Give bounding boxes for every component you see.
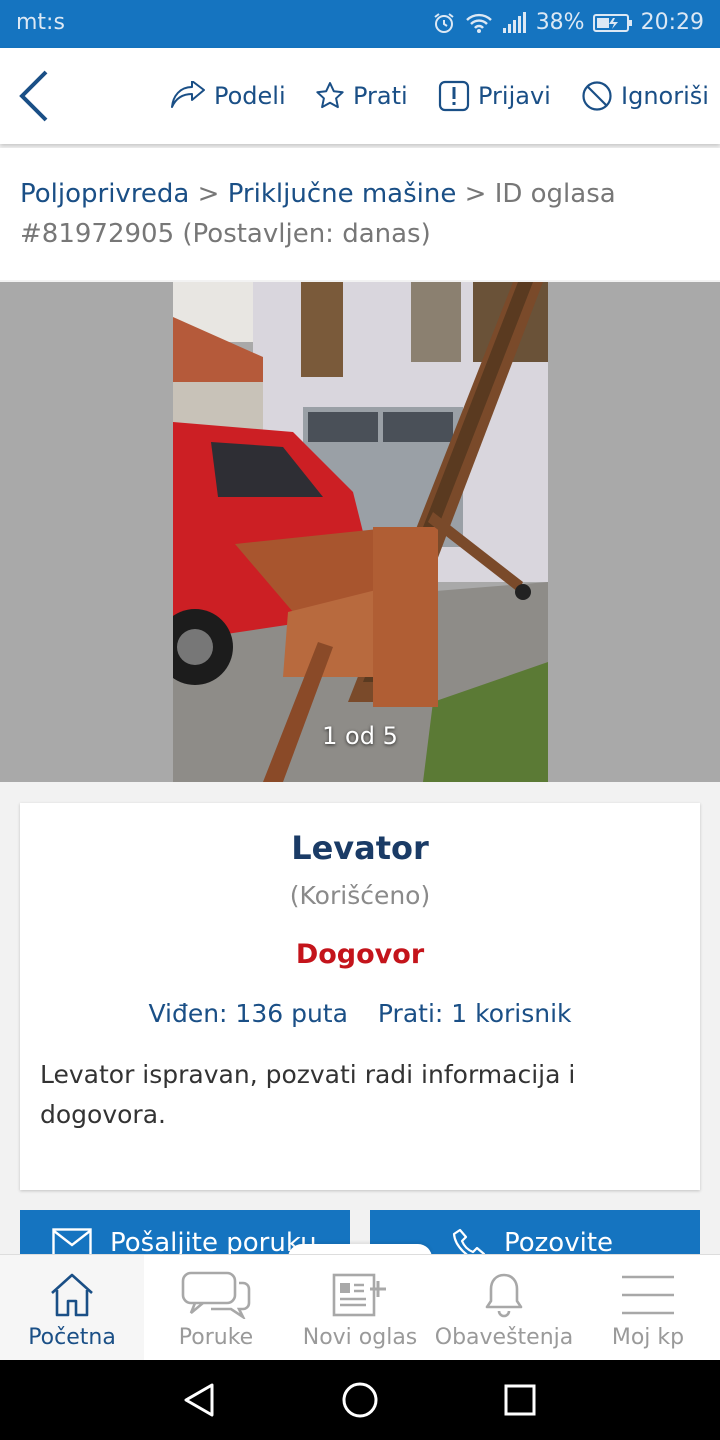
- report-label: Prijavi: [478, 82, 551, 110]
- system-recents-button[interactable]: [500, 1380, 540, 1420]
- alarm-icon: [434, 12, 454, 33]
- listing-stats: Viđen: 136 puta Prati: 1 korisnik: [20, 999, 700, 1028]
- signal-icon: [502, 11, 526, 33]
- listing-title: Levator: [291, 829, 429, 867]
- report-icon: [438, 80, 470, 112]
- share-button[interactable]: Podeli: [170, 78, 286, 114]
- breadcrumb: Poljoprivreda > Priključne mašine > ID o…: [0, 148, 720, 280]
- follow-button[interactable]: Prati: [315, 78, 408, 114]
- nav-messages-label: Poruke: [178, 1325, 254, 1350]
- clock: 20:29: [640, 10, 704, 35]
- ignore-button[interactable]: Ignoriši: [581, 78, 709, 114]
- triangle-back-icon: [184, 1383, 214, 1417]
- listing-condition: (Korišćeno): [289, 881, 431, 910]
- follower-count: Prati: 1 korisnik: [377, 999, 572, 1028]
- status-indicators: 38% 20:29: [432, 10, 704, 35]
- wifi-icon: [465, 13, 492, 33]
- photo-gallery[interactable]: 1 od 5: [0, 282, 720, 782]
- block-icon: [582, 81, 612, 111]
- follow-label: Prati: [353, 82, 408, 110]
- menu-icon: [622, 1275, 674, 1315]
- status-bar: mt:s 38% 20:29: [0, 0, 720, 48]
- share-label: Podeli: [214, 82, 286, 110]
- back-button[interactable]: [14, 68, 56, 124]
- nav-my-kp[interactable]: Moj kp: [576, 1255, 720, 1361]
- listing-card: Levator (Korišćeno) Dogovor Viđen: 136 p…: [20, 803, 700, 1190]
- square-recents-icon: [504, 1384, 536, 1416]
- star-icon: [316, 82, 344, 109]
- nav-messages[interactable]: Poruke: [144, 1255, 288, 1361]
- system-home-button[interactable]: [340, 1380, 380, 1420]
- nav-home[interactable]: Početna: [0, 1255, 144, 1361]
- nav-notifications[interactable]: Obaveštenja: [432, 1255, 576, 1361]
- battery-percent: 38%: [535, 10, 585, 35]
- bell-icon: [485, 1273, 523, 1318]
- circle-home-icon: [342, 1382, 378, 1418]
- breadcrumb-separator: >: [464, 179, 487, 209]
- carrier-label: mt:s: [16, 10, 65, 35]
- system-back-button[interactable]: [180, 1380, 220, 1420]
- nav-my-kp-label: Moj kp: [611, 1325, 685, 1350]
- new-ad-icon: [332, 1273, 386, 1317]
- bottom-navigation: Početna Poruke Novi oglas Obaveštenja Mo…: [0, 1254, 720, 1361]
- breadcrumb-separator: >: [197, 179, 220, 209]
- listing-description: Levator ispravan, pozvati radi informaci…: [40, 1060, 576, 1129]
- breadcrumb-subcategory-link[interactable]: Priključne mašine: [228, 179, 457, 209]
- system-navigation-bar: [0, 1360, 720, 1440]
- listing-photo[interactable]: [173, 282, 548, 782]
- nav-notifications-label: Obaveštenja: [434, 1325, 574, 1350]
- nav-new-ad-label: Novi oglas: [302, 1325, 418, 1350]
- view-count: Viđen: 136 puta: [148, 999, 348, 1028]
- listing-price: Dogovor: [295, 939, 425, 970]
- nav-home-label: Početna: [28, 1325, 116, 1350]
- report-button[interactable]: Prijavi: [438, 78, 551, 114]
- action-bar: Podeli Prati Prijavi Ignoriši: [0, 48, 720, 144]
- chat-bubbles-icon: [181, 1271, 251, 1319]
- photo-counter: 1 od 5: [322, 722, 398, 750]
- chevron-left-icon: [19, 70, 48, 122]
- share-arrow-icon: [171, 81, 205, 108]
- breadcrumb-category-link[interactable]: Poljoprivreda: [20, 179, 189, 209]
- ignore-label: Ignoriši: [621, 82, 709, 110]
- nav-new-ad[interactable]: Novi oglas: [288, 1255, 432, 1361]
- battery-charging-icon: [592, 13, 632, 32]
- home-icon: [51, 1273, 93, 1317]
